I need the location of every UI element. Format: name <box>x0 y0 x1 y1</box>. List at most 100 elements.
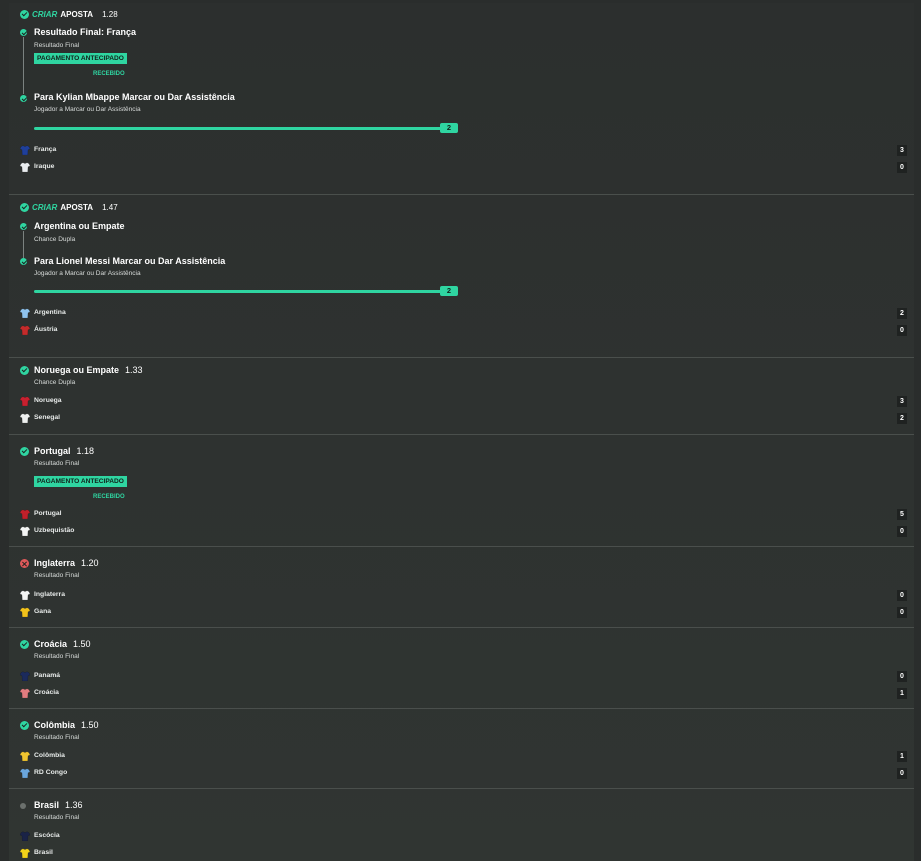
selection-title: Croácia 1.50 <box>34 639 91 649</box>
leg-market: Resultado Final <box>34 42 80 49</box>
team-row: RD Congo 0 <box>9 767 914 780</box>
selection-odds: 1.33 <box>125 365 143 375</box>
team-name: Iraque <box>34 163 55 170</box>
team-row: Uzbequistão 0 <box>9 525 914 538</box>
won-check-icon <box>20 721 29 730</box>
pending-dot-icon <box>20 803 26 809</box>
bet-builder-label: APOSTA <box>60 203 94 212</box>
team-shirt-icon <box>20 751 30 761</box>
team-name: Gana <box>34 608 51 615</box>
team-score: 3 <box>897 145 907 156</box>
leg-title: Para Kylian Mbappe Marcar ou Dar Assistê… <box>34 92 235 102</box>
selection-title: Colômbia 1.50 <box>34 720 99 730</box>
leg-won-check-icon <box>20 29 27 36</box>
team-row: Colômbia 1 <box>9 750 914 763</box>
bet-builder-selection: CRIAR APOSTA 1.47 Argentina ou Empate Chan… <box>9 195 914 358</box>
selection-market: Resultado Final <box>34 653 80 660</box>
team-name: Panamá <box>34 672 61 679</box>
team-score: 0 <box>897 671 907 682</box>
selection-name: Croácia <box>34 639 68 649</box>
team-shirt-icon <box>20 607 30 617</box>
won-check-icon <box>20 203 29 212</box>
team-score: 3 <box>897 396 907 407</box>
team-score: 0 <box>897 325 907 336</box>
selection-market: Chance Dupla <box>34 379 76 386</box>
team-score: 0 <box>897 526 907 537</box>
team-shirt-icon <box>20 848 30 858</box>
selection: Colômbia 1.50 Resultado Final Colômbia 1 … <box>9 709 914 788</box>
team-row: Panamá 0 <box>9 670 914 683</box>
bet-builder-accent: CRIAR <box>32 203 58 212</box>
team-score: 1 <box>897 751 907 762</box>
progress-value: 2 <box>440 286 458 296</box>
selection-odds: 1.18 <box>76 446 95 456</box>
team-name: Croácia <box>34 689 59 696</box>
selection: Brasil 1.36 Resultado Final Escócia Brasi… <box>9 789 914 861</box>
team-shirt-icon <box>20 162 30 172</box>
team-row: França 3 <box>9 144 914 157</box>
selection: Croácia 1.50 Resultado Final Panamá 0 Cro… <box>9 628 914 708</box>
selection-name: Colômbia <box>34 720 76 730</box>
team-row: Senegal 2 <box>9 412 914 425</box>
team-score: 0 <box>897 607 907 618</box>
leg-won-check-icon <box>20 95 27 102</box>
legs-connector <box>23 37 24 94</box>
selection-title: Portugal 1.18 <box>34 446 94 456</box>
team-shirt-icon <box>20 308 30 318</box>
leg-title: Para Lionel Messi Marcar ou Dar Assistên… <box>34 256 226 266</box>
won-check-icon <box>20 447 29 456</box>
team-shirt-icon <box>20 145 30 155</box>
selection: Noruega ou Empate 1.33 Chance Dupla Norue… <box>9 358 914 434</box>
team-name: Colômbia <box>34 752 65 759</box>
legs-connector <box>23 231 24 258</box>
team-row: Inglaterra 0 <box>9 589 914 602</box>
selection-title: Brasil 1.36 <box>34 800 83 810</box>
won-check-icon <box>20 10 29 19</box>
team-name: França <box>34 146 57 153</box>
bet-selections-panel: CRIAR APOSTA 1.28 Resultado Final: França … <box>9 3 914 861</box>
team-score: 0 <box>897 162 907 173</box>
selection-odds: 1.50 <box>73 639 91 649</box>
team-shirt-icon <box>20 831 30 841</box>
team-shirt-icon <box>20 413 30 423</box>
team-shirt-icon <box>20 590 30 600</box>
team-shirt-icon <box>20 509 30 519</box>
selection-name: Brasil <box>34 800 60 810</box>
selection-odds: 1.20 <box>81 558 99 568</box>
progress-bar <box>34 127 449 130</box>
progress-bar <box>34 290 449 293</box>
team-row: Escócia <box>9 830 914 843</box>
selection-name: Noruega ou Empate <box>34 365 120 375</box>
team-name: Áustria <box>34 326 58 333</box>
selection: Inglaterra 1.20 Resultado Final Inglaterr… <box>9 547 914 627</box>
team-name: Senegal <box>34 414 61 421</box>
team-row: Gana 0 <box>9 606 914 619</box>
leg-title: Argentina ou Empate <box>34 221 125 231</box>
leg-market: Chance Dupla <box>34 236 76 243</box>
team-row: Iraque 0 <box>9 161 914 174</box>
early-payout-badge: PAGAMENTO ANTECIPADO <box>34 53 127 64</box>
team-name: Portugal <box>34 510 62 517</box>
team-name: Argentina <box>34 309 66 316</box>
selection-market: Resultado Final <box>34 460 80 467</box>
team-name: Inglaterra <box>34 591 65 598</box>
team-row: Noruega 3 <box>9 395 914 408</box>
selection-name: Inglaterra <box>34 558 76 568</box>
team-score: 0 <box>897 590 907 601</box>
selection-market: Resultado Final <box>34 814 80 821</box>
bet-builder-header: CRIAR APOSTA 1.47 <box>32 203 118 212</box>
selection-name: Portugal <box>34 446 71 456</box>
selection-odds: 1.50 <box>81 720 99 730</box>
selection-market: Resultado Final <box>34 572 80 579</box>
team-shirt-icon <box>20 325 30 335</box>
bet-builder-selection: CRIAR APOSTA 1.28 Resultado Final: França … <box>9 3 914 195</box>
selection-odds: 1.36 <box>65 800 83 810</box>
selection-title: Noruega ou Empate 1.33 <box>34 365 143 375</box>
team-shirt-icon <box>20 671 30 681</box>
won-check-icon <box>20 640 29 649</box>
lost-x-icon <box>20 559 29 568</box>
team-row: Áustria 0 <box>9 324 914 337</box>
leg-market: Jogador a Marcar ou Dar Assistência <box>34 106 141 113</box>
team-score: 1 <box>897 688 907 699</box>
bet-builder-header: CRIAR APOSTA 1.28 <box>32 10 118 19</box>
